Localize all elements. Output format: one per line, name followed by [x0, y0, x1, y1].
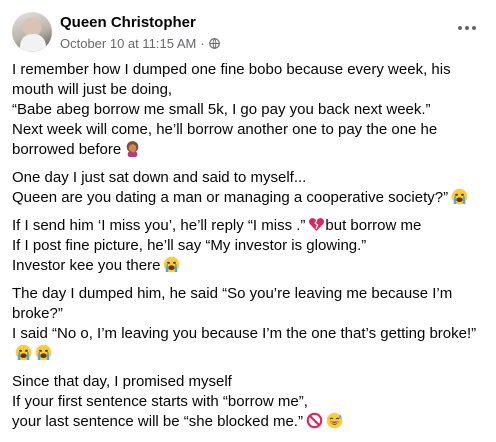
- post-body: I remember how I dumped one fine bobo be…: [12, 60, 490, 440]
- post-paragraph: Since that day, I promised myself If your…: [12, 372, 490, 432]
- crying-face-emoji-icon: [35, 344, 52, 361]
- post-line-text: If your first sentence starts with “borr…: [12, 393, 308, 410]
- more-options-icon[interactable]: [454, 18, 480, 38]
- post-line: Queen are you dating a man or managing a…: [12, 188, 490, 208]
- post-meta: October 10 at 11:15 AM ·: [60, 36, 220, 51]
- post-line-text: If I send him ‘I miss you’, he’ll reply …: [12, 217, 306, 234]
- post-line-text: If I post fine picture, he’ll say “My in…: [12, 237, 367, 254]
- post-line: I remember how I dumped one fine bobo be…: [12, 60, 490, 80]
- post-line: Next week will come, he’ll borrow anothe…: [12, 120, 490, 140]
- post-line-text: borrowed before: [12, 141, 122, 158]
- post-line-text: The day I dumped him, he said “So you’re…: [12, 285, 453, 302]
- post-line-text: Since that day, I promised myself: [12, 373, 232, 390]
- post-line: If I send him ‘I miss you’, he’ll reply …: [12, 216, 490, 236]
- post-line-text: “Babe abeg borrow me small 5k, I go pay …: [12, 101, 431, 118]
- post-timestamp[interactable]: October 10 at 11:15 AM: [60, 36, 196, 51]
- post-line: [12, 344, 490, 364]
- post-line-text: I remember how I dumped one fine bobo be…: [12, 61, 451, 78]
- facepalm-woman-emoji-icon: [126, 141, 139, 157]
- crying-face-emoji-icon: [164, 256, 180, 273]
- post-line-text: I said “No o, I’m leaving you because I’…: [12, 325, 477, 342]
- post-line-text: One day I just sat down and said to myse…: [12, 169, 307, 186]
- post-header: Queen Christopher October 10 at 11:15 AM…: [12, 12, 484, 56]
- post-line: If I post fine picture, he’ll say “My in…: [12, 236, 490, 256]
- globe-icon[interactable]: [208, 38, 220, 49]
- crying-face-emoji-icon: [15, 344, 32, 361]
- grinning-sweat-face-emoji-icon: [326, 412, 343, 429]
- broken-heart-emoji-icon: [309, 218, 325, 231]
- post-line: “Babe abeg borrow me small 5k, I go pay …: [12, 100, 490, 120]
- post-paragraph: I remember how I dumped one fine bobo be…: [12, 60, 490, 160]
- post-line: your last sentence will be “she blocked …: [12, 412, 490, 432]
- post-line: I said “No o, I’m leaving you because I’…: [12, 324, 490, 344]
- post-paragraph: If I send him ‘I miss you’, he’ll reply …: [12, 216, 490, 276]
- post-line: The day I dumped him, he said “So you’re…: [12, 284, 490, 304]
- post-line-text: Investor kee you there: [12, 257, 161, 274]
- post-paragraph: The day I dumped him, he said “So you’re…: [12, 284, 490, 364]
- author-name[interactable]: Queen Christopher: [60, 14, 196, 31]
- post-line-text: Next week will come, he’ll borrow anothe…: [12, 121, 438, 138]
- post-line-text: broke?”: [12, 305, 63, 322]
- meta-separator: ·: [200, 36, 205, 51]
- post-line-text: Queen are you dating a man or managing a…: [12, 189, 449, 206]
- post-line: One day I just sat down and said to myse…: [12, 168, 490, 188]
- post-line: broke?”: [12, 304, 490, 324]
- post-paragraph: One day I just sat down and said to myse…: [12, 168, 490, 208]
- post-line: mouth will just be doing,: [12, 80, 490, 100]
- prohibited-sign-emoji-icon: [306, 412, 323, 429]
- crying-face-emoji-icon: [451, 188, 468, 205]
- author-avatar[interactable]: [12, 12, 52, 52]
- post-line-continuation: but borrow me: [325, 217, 422, 234]
- post-line-text: mouth will just be doing,: [12, 81, 173, 98]
- post-line: borrowed before: [12, 140, 490, 160]
- post-line: Investor kee you there: [12, 256, 490, 276]
- post-line: If your first sentence starts with “borr…: [12, 392, 490, 412]
- post-line: Since that day, I promised myself: [12, 372, 490, 392]
- post-line-text: your last sentence will be “she blocked …: [12, 413, 303, 430]
